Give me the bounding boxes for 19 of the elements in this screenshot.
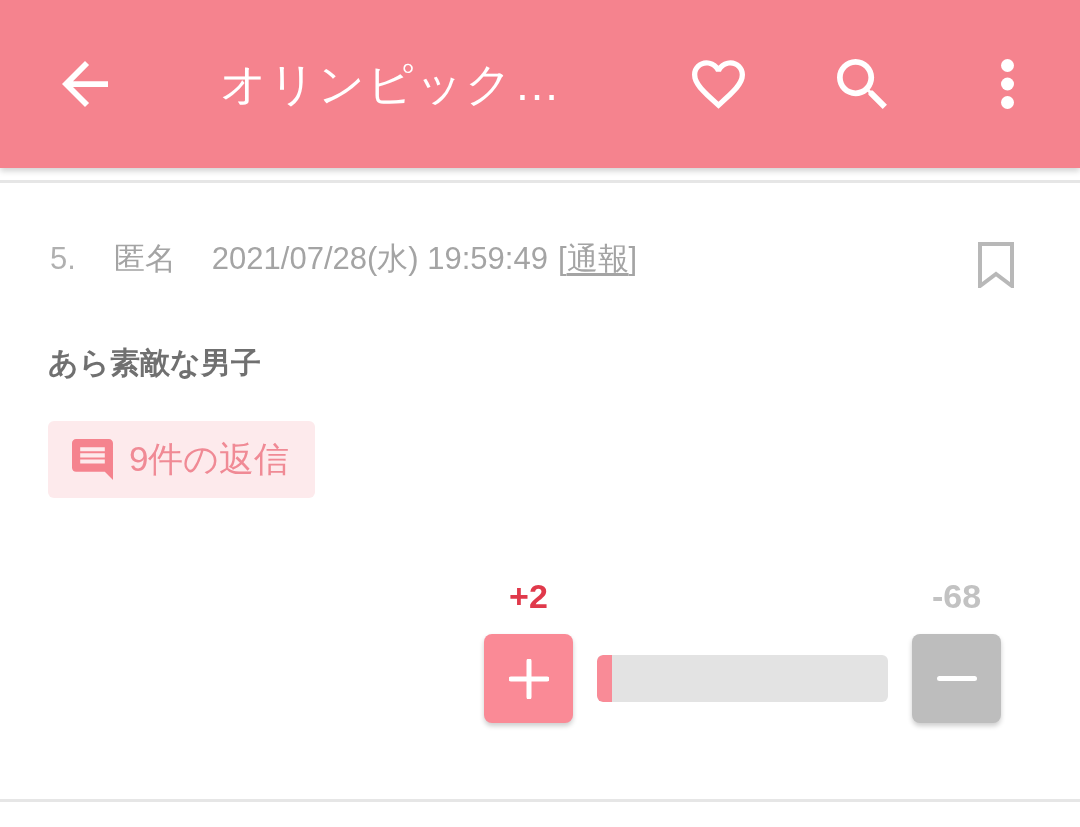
report-link[interactable]: [通報] (557, 242, 638, 276)
replies-button[interactable]: 9件の返信 (48, 421, 316, 498)
bookmark-icon[interactable] (978, 242, 1014, 288)
comment-number: 5. (50, 242, 76, 276)
upvote-count: +2 (509, 576, 548, 616)
heart-icon[interactable] (692, 59, 745, 109)
post-datetime: 2021/07/28(水) 19:59:49 (211, 242, 548, 276)
page-title: オリンピック… (220, 57, 563, 112)
minus-icon (936, 676, 977, 681)
comment-icon (72, 439, 113, 480)
plus-icon (508, 658, 549, 699)
search-icon[interactable] (837, 59, 887, 109)
upvote-button[interactable] (484, 634, 573, 723)
author-name: 匿名 (113, 242, 176, 276)
downvote-count: -68 (931, 576, 982, 616)
comment-text: あら素敵な男子 (48, 345, 262, 381)
arrow-left-icon[interactable] (62, 61, 108, 107)
downvote-button[interactable] (912, 634, 1001, 723)
more-menu-icon[interactable] (1001, 59, 1014, 109)
